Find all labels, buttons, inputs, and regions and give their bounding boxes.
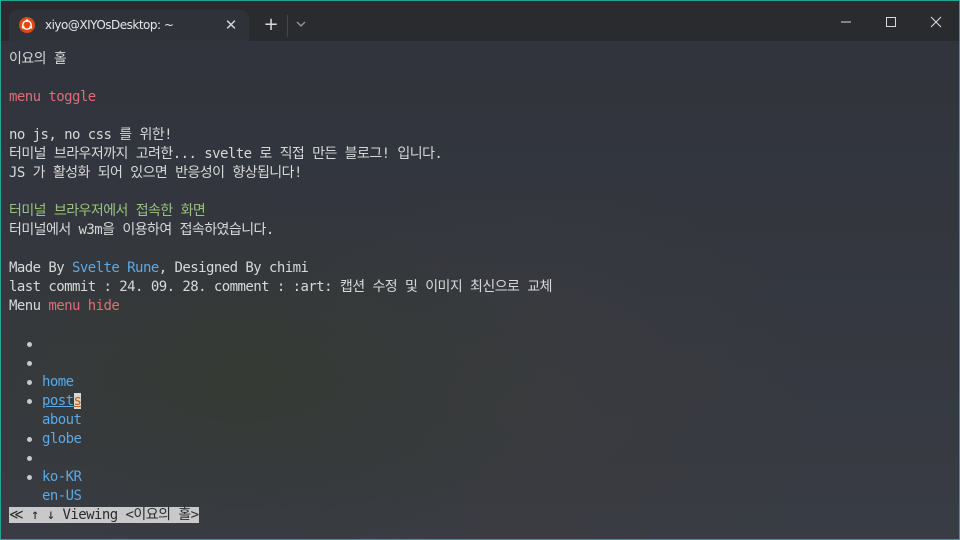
minimize-button[interactable]: [823, 7, 869, 37]
site-title: 이요의 홀: [9, 51, 67, 67]
menu-toggle-link[interactable]: menu toggle: [9, 88, 96, 107]
close-icon: [930, 16, 942, 28]
status-bar: ≪ ↑ ↓ Viewing <이요의 홀>: [9, 506, 199, 525]
tab-dropdown-button[interactable]: [291, 13, 311, 37]
lang-item: ko-KR: [9, 430, 209, 485]
chevron-down-icon: [296, 21, 306, 27]
nav-item: home: [9, 335, 209, 390]
lang-item: ja-JP: [9, 468, 209, 523]
maximize-button[interactable]: [868, 7, 914, 37]
maximize-icon: [886, 17, 896, 27]
terminal-content: 이요의 홀 menu toggle no js, no css 를 위한! 터미…: [9, 41, 959, 539]
menu-hide-link[interactable]: menu hide: [48, 298, 119, 314]
made-by-prefix: Made By: [9, 260, 73, 276]
last-commit: last commit : 24. 09. 28. comment : :art…: [9, 279, 552, 295]
tab-separator: [287, 15, 288, 37]
tab-title: xiyo@XIYOsDesktop: ~: [45, 18, 174, 32]
ubuntu-icon: [19, 17, 35, 33]
title-bar: xiyo@XIYOsDesktop: ~ ✕ +: [1, 1, 959, 41]
close-window-button[interactable]: [913, 7, 959, 37]
bullet-icon: [27, 437, 32, 442]
minimize-icon: [841, 21, 851, 23]
image-description: 터미널에서 w3m을 이용하여 접속하였습니다.: [9, 222, 274, 238]
status-bar-text: ≪ ↑ ↓ Viewing <이요의 홀>: [9, 507, 199, 523]
bullet-icon: [27, 361, 32, 366]
made-by-line: Made By Svelte Rune, Designed By chimi: [9, 259, 309, 278]
designed-by-text: , Designed By chimi: [158, 260, 309, 276]
nav-item: about: [9, 373, 209, 428]
bullet-icon: [27, 475, 32, 480]
bullet-icon: [27, 399, 32, 404]
new-tab-button[interactable]: +: [259, 13, 283, 37]
terminal-tab[interactable]: xiyo@XIYOsDesktop: ~ ✕: [9, 10, 249, 41]
nav-item: globe: [9, 392, 209, 447]
intro-line: no js, no css 를 위한!: [9, 127, 173, 143]
menu-label: Menu: [9, 298, 49, 314]
intro-line: JS 가 활성화 되어 있으면 반응성이 향상됩니다!: [9, 165, 302, 181]
close-tab-button[interactable]: ✕: [221, 15, 241, 35]
svelte-rune-link[interactable]: Svelte Rune: [72, 260, 159, 276]
bullet-icon: [27, 456, 32, 461]
image-caption: 터미널 브라우저에서 접속한 화면: [9, 203, 206, 219]
lang-item: en-US: [9, 449, 209, 504]
terminal-window: xiyo@XIYOsDesktop: ~ ✕ + 이요의 홀 menu togg…: [0, 0, 960, 540]
bullet-icon: [27, 342, 32, 347]
intro-line: 터미널 브라우저까지 고려한... svelte 로 직접 만든 블로그! 입니…: [9, 146, 443, 162]
menu-line: Menu menu hide: [9, 297, 120, 316]
nav-item: posts: [9, 354, 209, 409]
bullet-icon: [27, 380, 32, 385]
